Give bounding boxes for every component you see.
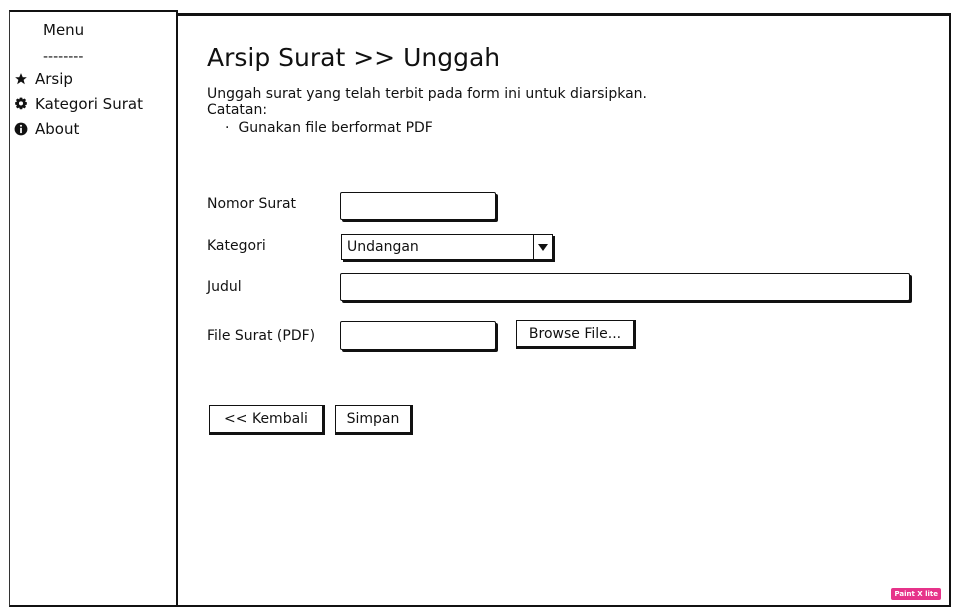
gear-icon — [15, 97, 27, 110]
sidebar-item-arsip[interactable]: Arsip — [14, 69, 73, 89]
file-surat-label: File Surat (PDF) — [207, 328, 316, 344]
note-label: Catatan: — [207, 102, 268, 118]
kategori-label: Kategori — [207, 238, 266, 254]
back-button[interactable]: << Kembali — [209, 405, 325, 435]
judul-input[interactable] — [340, 273, 910, 301]
kategori-selected-value: Undangan — [347, 239, 419, 255]
bullet-symbol: · — [225, 120, 230, 136]
nomor-surat-input[interactable] — [340, 192, 496, 220]
sidebar-item-label: About — [35, 120, 80, 138]
page-title: Arsip Surat >> Unggah — [207, 43, 501, 72]
menu-separator: -------- — [43, 49, 84, 65]
browse-file-button[interactable]: Browse File... — [516, 320, 636, 349]
main-panel: Arsip Surat >> Unggah Unggah surat yang … — [178, 13, 951, 607]
sidebar-item-label: Arsip — [35, 70, 73, 88]
file-surat-input[interactable] — [340, 321, 496, 350]
save-button[interactable]: Simpan — [335, 405, 413, 435]
judul-label: Judul — [207, 279, 242, 295]
kategori-select[interactable]: Undangan — [341, 234, 553, 260]
sidebar-item-about[interactable]: About — [14, 119, 79, 139]
note-bullet-text: Gunakan file berformat PDF — [238, 120, 433, 136]
info-icon — [14, 122, 28, 136]
menu-title: Menu — [43, 21, 85, 39]
watermark-badge: Paint X lite — [891, 588, 941, 600]
chevron-down-icon[interactable] — [533, 235, 552, 259]
sidebar: Menu -------- Arsip Kategori Surat About — [9, 10, 178, 607]
sidebar-item-kategori-surat[interactable]: Kategori Surat — [14, 94, 143, 114]
note-bullet: · Gunakan file berformat PDF — [225, 120, 433, 136]
nomor-surat-label: Nomor Surat — [207, 196, 297, 212]
page-description: Unggah surat yang telah terbit pada form… — [207, 86, 647, 102]
star-icon — [15, 73, 27, 85]
sidebar-item-label: Kategori Surat — [35, 95, 143, 113]
